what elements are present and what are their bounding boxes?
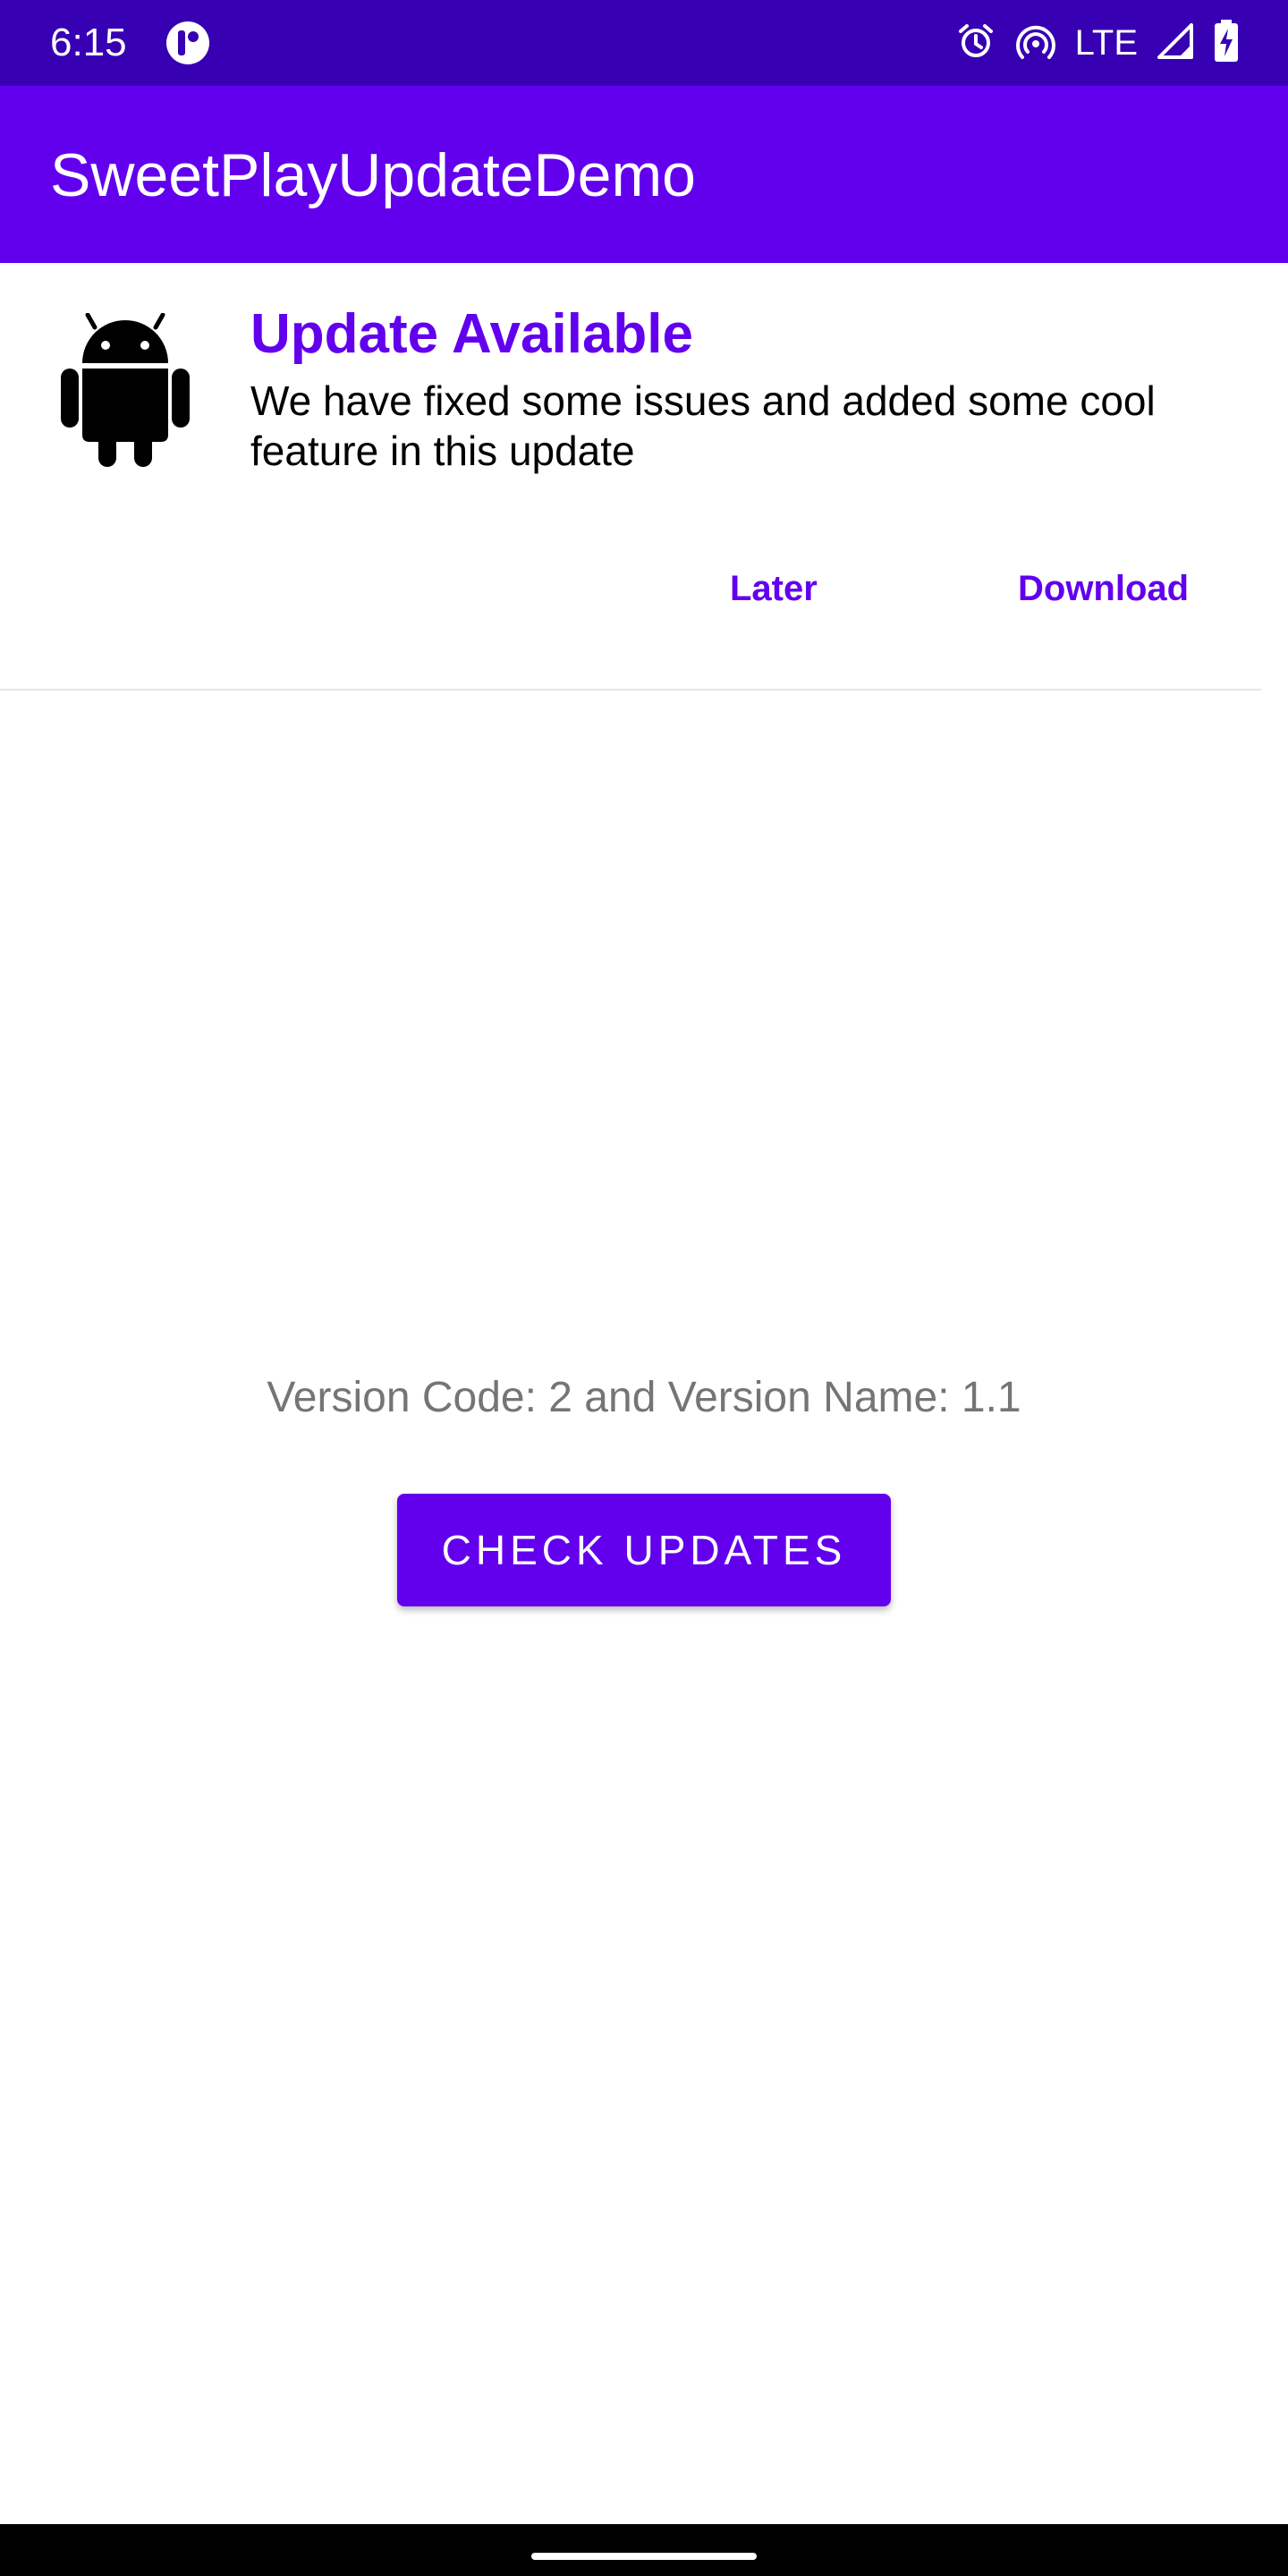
check-updates-button[interactable]: CHECK UPDATES [397,1494,891,1606]
update-message: We have fixed some issues and added some… [250,377,1156,474]
status-bar: 6:15 LTE [0,0,1288,86]
signal-icon [1156,21,1195,65]
status-time: 6:15 [50,21,127,64]
network-type: LTE [1074,23,1138,63]
app-notification-icon [165,20,211,66]
download-button[interactable]: Download [1000,556,1207,621]
status-icons: LTE [955,18,1240,68]
home-handle[interactable] [531,2553,757,2560]
app-bar: SweetPlayUpdateDemo [0,86,1288,263]
android-icon [61,312,190,467]
battery-charging-icon [1213,19,1240,67]
navigation-bar [0,2524,1288,2576]
update-title: Update Available [250,303,694,365]
alarm-icon [955,21,996,66]
version-info: Version Code: 2 and Version Name: 1.1 [267,1374,1021,1421]
app-title: SweetPlayUpdateDemo [50,141,696,209]
hotspot-icon [1014,21,1057,66]
later-button[interactable]: Later [712,556,835,621]
